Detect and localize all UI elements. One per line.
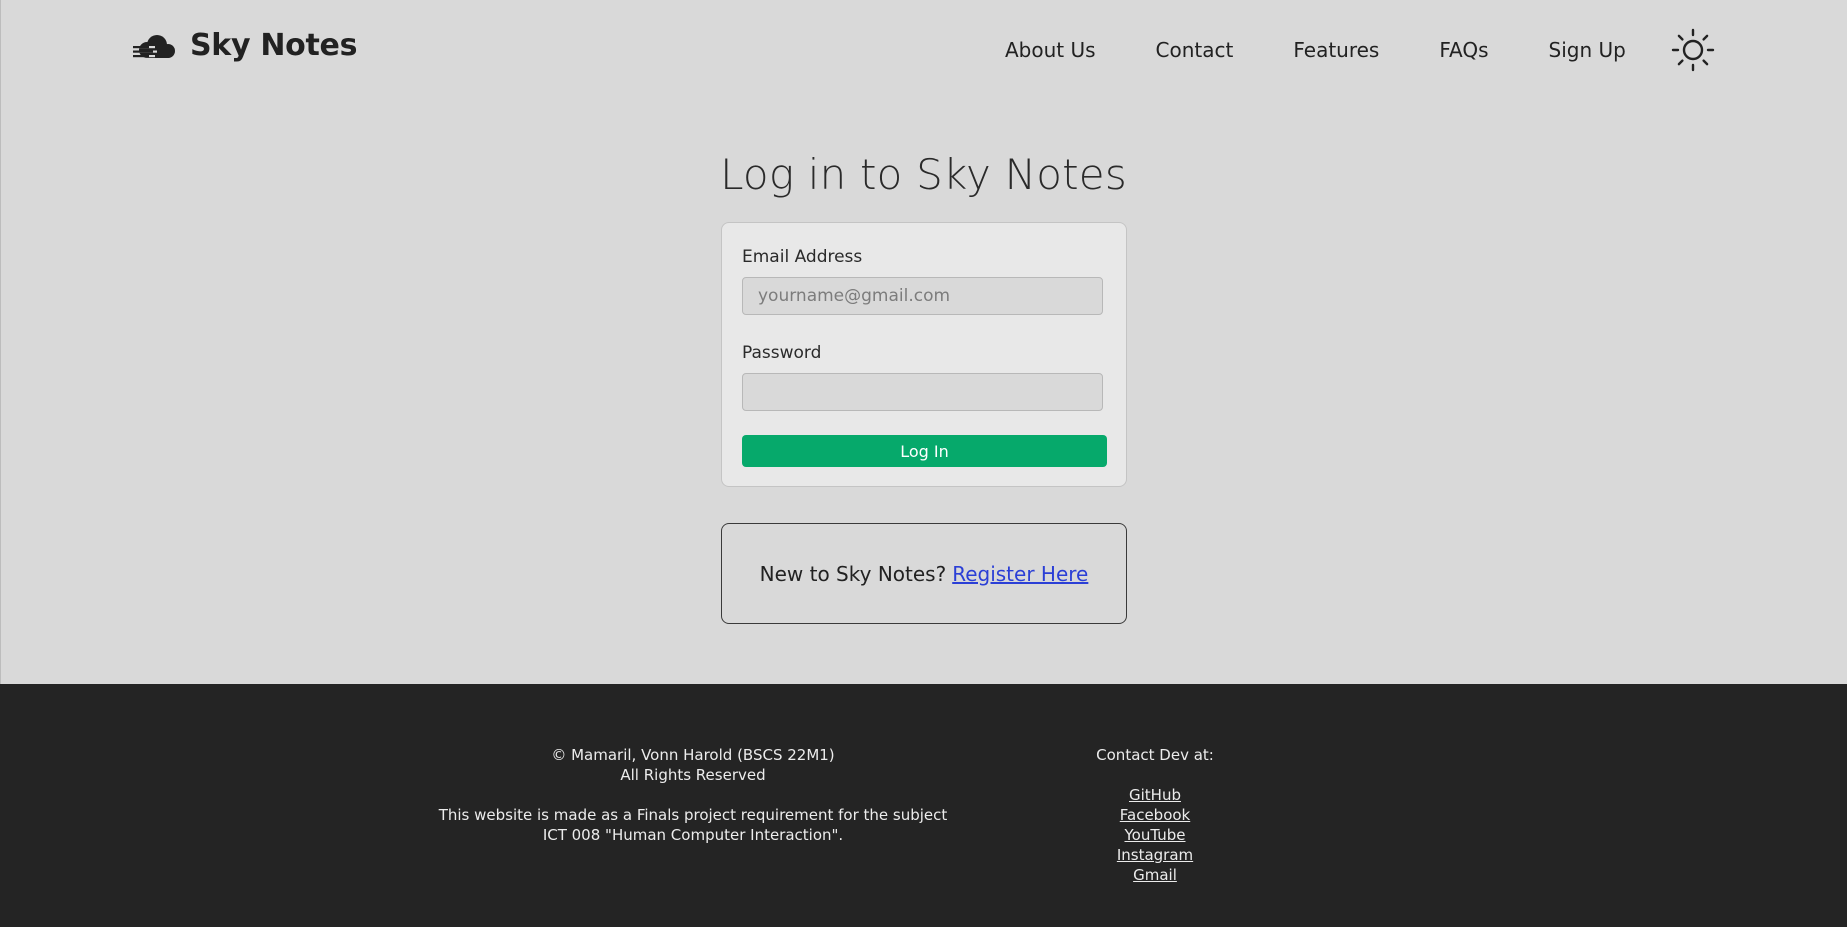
nav-links: About Us Contact Features FAQs Sign Up [1005,38,1626,62]
brand-link[interactable]: Sky Notes [133,28,357,63]
register-card: New to Sky Notes? Register Here [721,523,1127,624]
login-form: Email Address Password Log In [721,222,1127,487]
footer-instagram-link[interactable]: Instagram [1117,845,1193,865]
footer-gmail-link[interactable]: Gmail [1133,865,1177,885]
register-prompt: New to Sky Notes? [759,561,947,586]
navbar: Sky Notes About Us Contact Features FAQs… [0,0,1847,100]
footer-contact: Contact Dev at: GitHub Facebook YouTube … [1055,745,1255,885]
nav-features-link[interactable]: Features [1293,38,1379,62]
nav-contact-link[interactable]: Contact [1156,38,1234,62]
nav-about-us-link[interactable]: About Us [1005,38,1096,62]
page-left-border [0,0,1,684]
contact-heading: Contact Dev at: [1096,746,1214,764]
sun-theme-toggle-icon[interactable] [1671,28,1715,72]
footer-youtube-link[interactable]: YouTube [1125,825,1186,845]
cloud-logo-icon [133,34,175,58]
password-input[interactable] [742,373,1103,411]
register-link[interactable]: Register Here [952,562,1088,586]
email-label: Email Address [742,247,863,267]
nav-sign-up-link[interactable]: Sign Up [1549,38,1626,62]
nav-faqs-link[interactable]: FAQs [1439,38,1488,62]
footer-github-link[interactable]: GitHub [1129,785,1181,805]
login-button[interactable]: Log In [742,435,1107,467]
footer-rights: All Rights Reserved [620,766,766,784]
password-label: Password [742,343,822,363]
footer-links: GitHub Facebook YouTube Instagram Gmail [1055,785,1255,885]
footer-credits: © Mamaril, Vonn Harold (BSCS 22M1) All R… [437,745,949,845]
footer-facebook-link[interactable]: Facebook [1120,805,1190,825]
page-title: Log in to Sky Notes [720,150,1127,199]
email-input[interactable] [742,277,1103,315]
brand-name: Sky Notes [190,28,358,63]
footer-note: This website is made as a Finals project… [438,806,948,844]
footer: © Mamaril, Vonn Harold (BSCS 22M1) All R… [0,684,1847,927]
footer-copyright: © Mamaril, Vonn Harold (BSCS 22M1) [551,746,835,764]
